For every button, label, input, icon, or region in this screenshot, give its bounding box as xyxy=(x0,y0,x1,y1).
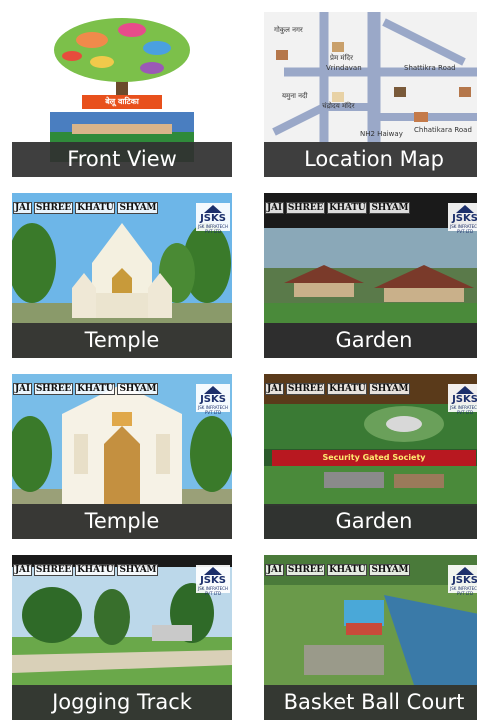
tile-caption: Temple xyxy=(12,323,232,358)
security-banner: Security Gated Society xyxy=(272,450,476,466)
jsks-logo: JSKS JSK INFRATECH PVT LTD xyxy=(448,565,477,596)
tile-caption: Front View xyxy=(12,142,232,177)
map-label: Shattikra Road xyxy=(404,64,456,72)
gallery-tile-garden[interactable]: JAI SHREE KHATU SHYAM JSKS JSK INFRATECH PV… xyxy=(264,193,477,358)
house-icon xyxy=(456,386,474,394)
gallery-tile-garden-2[interactable]: JAI SHREE KHATU SHYAM JSKS JSK INFRATECH PV… xyxy=(264,374,477,539)
watermark: JAI SHREE KHATU SHYAM xyxy=(265,202,411,214)
tile-caption: Garden xyxy=(264,504,477,539)
map-label: गोकुल नगर xyxy=(274,26,303,34)
house-icon xyxy=(204,205,222,213)
gallery-tile-temple-2[interactable]: JAI SHREE KHATU SHYAM JSKS JSK INFRATECH PV… xyxy=(12,374,232,539)
watermark: JAI SHREE KHATU SHYAM xyxy=(13,202,159,214)
gallery-tile-basketball-court[interactable]: JAI SHREE KHATU SHYAM JSKS JSK INFRATECH PV… xyxy=(264,555,477,720)
watermark: JAI SHREE KHATU SHYAM xyxy=(265,383,411,395)
tree-label: बेलू वाटिका xyxy=(82,95,162,109)
gallery-tile-temple[interactable]: JAI SHREE KHATU SHYAM JSKS JSK INFRATECH PV… xyxy=(12,193,232,358)
map-label: NH2 Haiway xyxy=(360,130,403,138)
map-label: Vrindavan xyxy=(326,64,362,72)
house-icon xyxy=(204,567,222,575)
tile-caption: Garden xyxy=(264,323,477,358)
map-label: चंद्रोदय मंदिर xyxy=(322,102,355,110)
map-label: प्रेम मंदिर xyxy=(330,54,353,62)
map-label: यमुना नदी xyxy=(282,92,308,100)
tile-caption: Location Map xyxy=(264,142,477,177)
house-icon xyxy=(204,386,222,394)
house-icon xyxy=(456,205,474,213)
jsks-logo: JSKS JSK INFRATECH PVT LTD xyxy=(196,384,230,415)
tile-caption: Basket Ball Court xyxy=(264,685,477,720)
gallery-tile-location-map[interactable]: गोकुल नगर प्रेम मंदिर Vrindavan Shattikr… xyxy=(264,12,477,177)
tile-caption: Jogging Track xyxy=(12,685,232,720)
map-label: Chhatikara Road xyxy=(414,126,472,134)
watermark: JAI SHREE KHATU SHYAM xyxy=(265,564,411,576)
watermark: JAI SHREE KHATU SHYAM xyxy=(13,383,159,395)
watermark: JAI SHREE KHATU SHYAM xyxy=(13,564,159,576)
tile-caption: Temple xyxy=(12,504,232,539)
jsks-logo: JSKS JSK INFRATECH PVT LTD xyxy=(196,565,230,596)
jsks-logo: JSKS JSK INFRATECH PVT LTD xyxy=(448,203,477,234)
gallery-tile-front-view[interactable]: बेलू वाटिका Front View xyxy=(12,12,232,177)
jsks-logo: JSKS JSK INFRATECH PVT LTD xyxy=(448,384,477,415)
gallery-tile-jogging-track[interactable]: JAI SHREE KHATU SHYAM JSKS JSK INFRATECH PV… xyxy=(12,555,232,720)
house-icon xyxy=(456,567,474,575)
jsks-logo: JSKS JSK INFRATECH PVT LTD xyxy=(196,203,230,234)
